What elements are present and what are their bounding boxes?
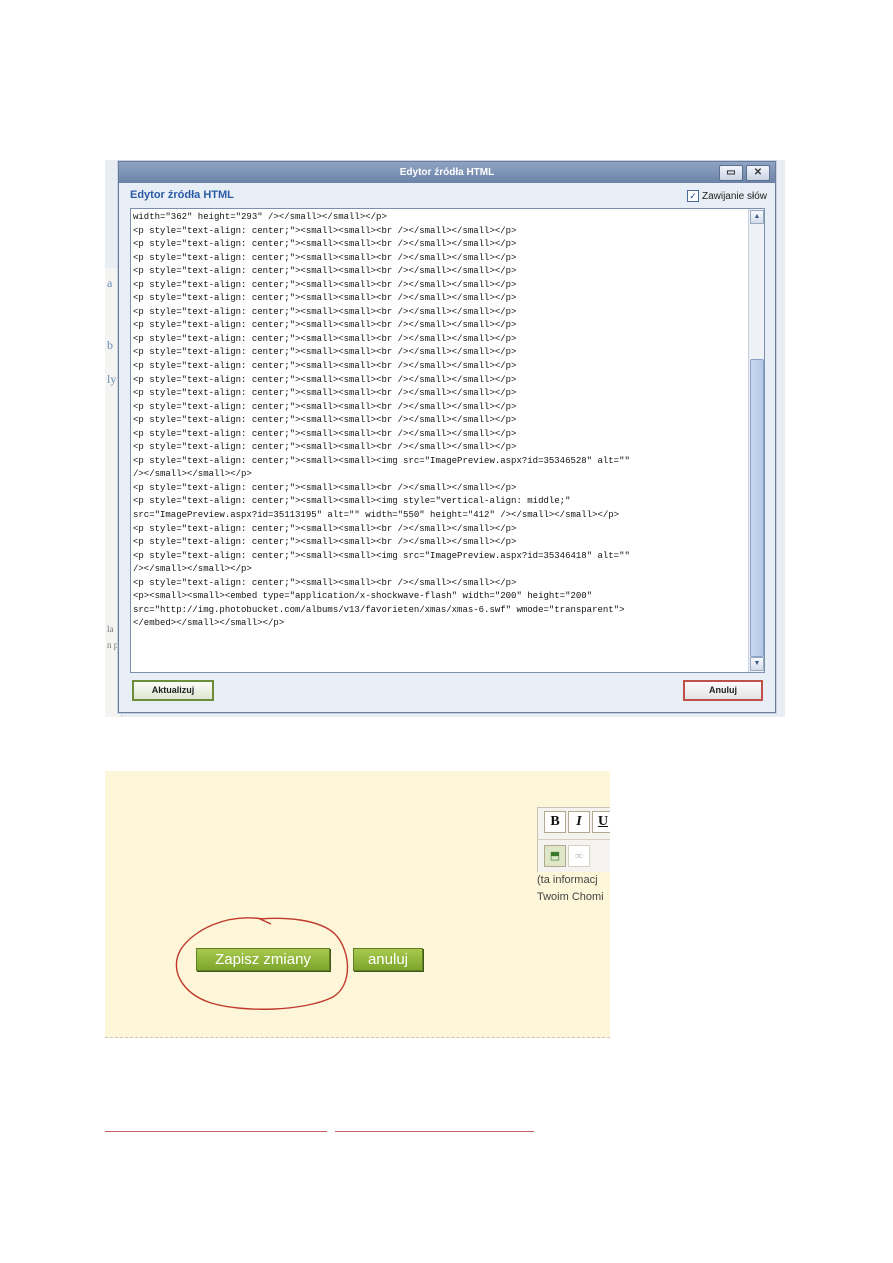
dialog-titlebar: Edytor źródła HTML ▭ ✕ bbox=[119, 162, 775, 183]
code-line: <p style="text-align: center;"><small><s… bbox=[133, 293, 517, 304]
code-line: <p style="text-align: center;"><small><s… bbox=[133, 320, 517, 331]
scroll-up-arrow-icon[interactable]: ▲ bbox=[750, 210, 764, 224]
code-line: <p style="text-align: center;"><small><s… bbox=[133, 252, 517, 263]
code-line: width="362" height="293" /></small></sma… bbox=[133, 212, 387, 222]
background-text: b bbox=[107, 338, 113, 352]
background-text: a bbox=[107, 276, 113, 290]
background-text: ly bbox=[107, 372, 117, 386]
code-line: <p style="text-align: center;"><small><s… bbox=[133, 279, 517, 290]
scroll-down-arrow-icon[interactable]: ▼ bbox=[750, 657, 764, 671]
code-line: <p style="text-align: center;"><small><s… bbox=[133, 374, 517, 385]
code-line: <p style="text-align: center;"><small><s… bbox=[133, 577, 517, 588]
vertical-scrollbar[interactable]: ▲ ▼ bbox=[748, 209, 764, 672]
scrollbar-thumb[interactable] bbox=[750, 359, 764, 657]
footnote-link-underline[interactable] bbox=[335, 1131, 534, 1132]
code-line: <p style="text-align: center;"><small><s… bbox=[133, 496, 571, 507]
html-source-editor-screenshot: a b ly la n p Edytor źródła HTML ▭ ✕ Edy… bbox=[105, 160, 785, 717]
code-line: <p style="text-align: center;"><small><s… bbox=[133, 239, 517, 250]
maximize-button[interactable]: ▭ bbox=[719, 165, 743, 181]
cancel-button[interactable]: Anuluj bbox=[683, 680, 763, 701]
code-line: /></small></small></p> bbox=[133, 564, 252, 575]
code-line: <p style="text-align: center;"><small><s… bbox=[133, 225, 517, 236]
code-line: <p style="text-align: center;"><small><s… bbox=[133, 415, 517, 426]
close-button[interactable]: ✕ bbox=[746, 165, 770, 181]
code-line: <p style="text-align: center;"><small><s… bbox=[133, 361, 517, 372]
code-line: src="ImagePreview.aspx?id=35113195" alt=… bbox=[133, 510, 620, 521]
source-code-content[interactable]: width="362" height="293" /></small></sma… bbox=[133, 211, 745, 631]
code-line: <p style="text-align: center;"><small><s… bbox=[133, 537, 517, 548]
code-line: <p style="text-align: center;"><small><s… bbox=[133, 401, 517, 412]
word-wrap-toggle[interactable]: ✓ Zawijanie słów bbox=[686, 190, 767, 202]
code-line: <p style="text-align: center;"><small><s… bbox=[133, 523, 517, 534]
background-text: n p bbox=[107, 640, 119, 650]
code-line: <p style="text-align: center;"><small><s… bbox=[133, 266, 517, 277]
code-line: <p style="text-align: center;"><small><s… bbox=[133, 428, 517, 439]
dialog-heading: Edytor źródła HTML bbox=[130, 189, 234, 201]
source-editor-dialog: Edytor źródła HTML ▭ ✕ Edytor źródła HTM… bbox=[118, 161, 776, 713]
code-line: src="http://img.photobucket.com/albums/v… bbox=[133, 604, 625, 615]
code-line: <p style="text-align: center;"><small><s… bbox=[133, 347, 517, 358]
code-line: <p style="text-align: center;"><small><s… bbox=[133, 333, 517, 344]
red-highlight-circle bbox=[175, 917, 349, 1010]
word-wrap-checkbox[interactable]: ✓ bbox=[686, 190, 699, 202]
update-button[interactable]: Aktualizuj bbox=[132, 680, 214, 701]
code-line: </embed></small></small></p> bbox=[133, 618, 285, 629]
word-wrap-label: Zawijanie słów bbox=[701, 190, 767, 202]
footnote-link-underline[interactable] bbox=[105, 1131, 327, 1132]
background-text: la bbox=[107, 624, 114, 634]
code-line: <p style="text-align: center;"><small><s… bbox=[133, 550, 630, 561]
save-changes-button[interactable]: Zapisz zmiany bbox=[196, 948, 330, 971]
dialog-title: Edytor źródła HTML bbox=[399, 167, 495, 178]
code-line: <p style="text-align: center;"><small><s… bbox=[133, 442, 517, 453]
code-line: <p><small><small><embed type="applicatio… bbox=[133, 591, 593, 602]
save-changes-screenshot: B I U ⬒ ∞ (ta informacj Twoim Chomi Zapi… bbox=[105, 771, 610, 1038]
source-code-textarea[interactable]: width="362" height="293" /></small></sma… bbox=[130, 208, 765, 673]
code-line: /></small></small></p> bbox=[133, 469, 252, 480]
code-line: <p style="text-align: center;"><small><s… bbox=[133, 306, 517, 317]
cancel-button[interactable]: anuluj bbox=[353, 948, 423, 971]
code-line: <p style="text-align: center;"><small><s… bbox=[133, 455, 630, 466]
code-line: <p style="text-align: center;"><small><s… bbox=[133, 482, 517, 493]
code-line: <p style="text-align: center;"><small><s… bbox=[133, 388, 517, 399]
